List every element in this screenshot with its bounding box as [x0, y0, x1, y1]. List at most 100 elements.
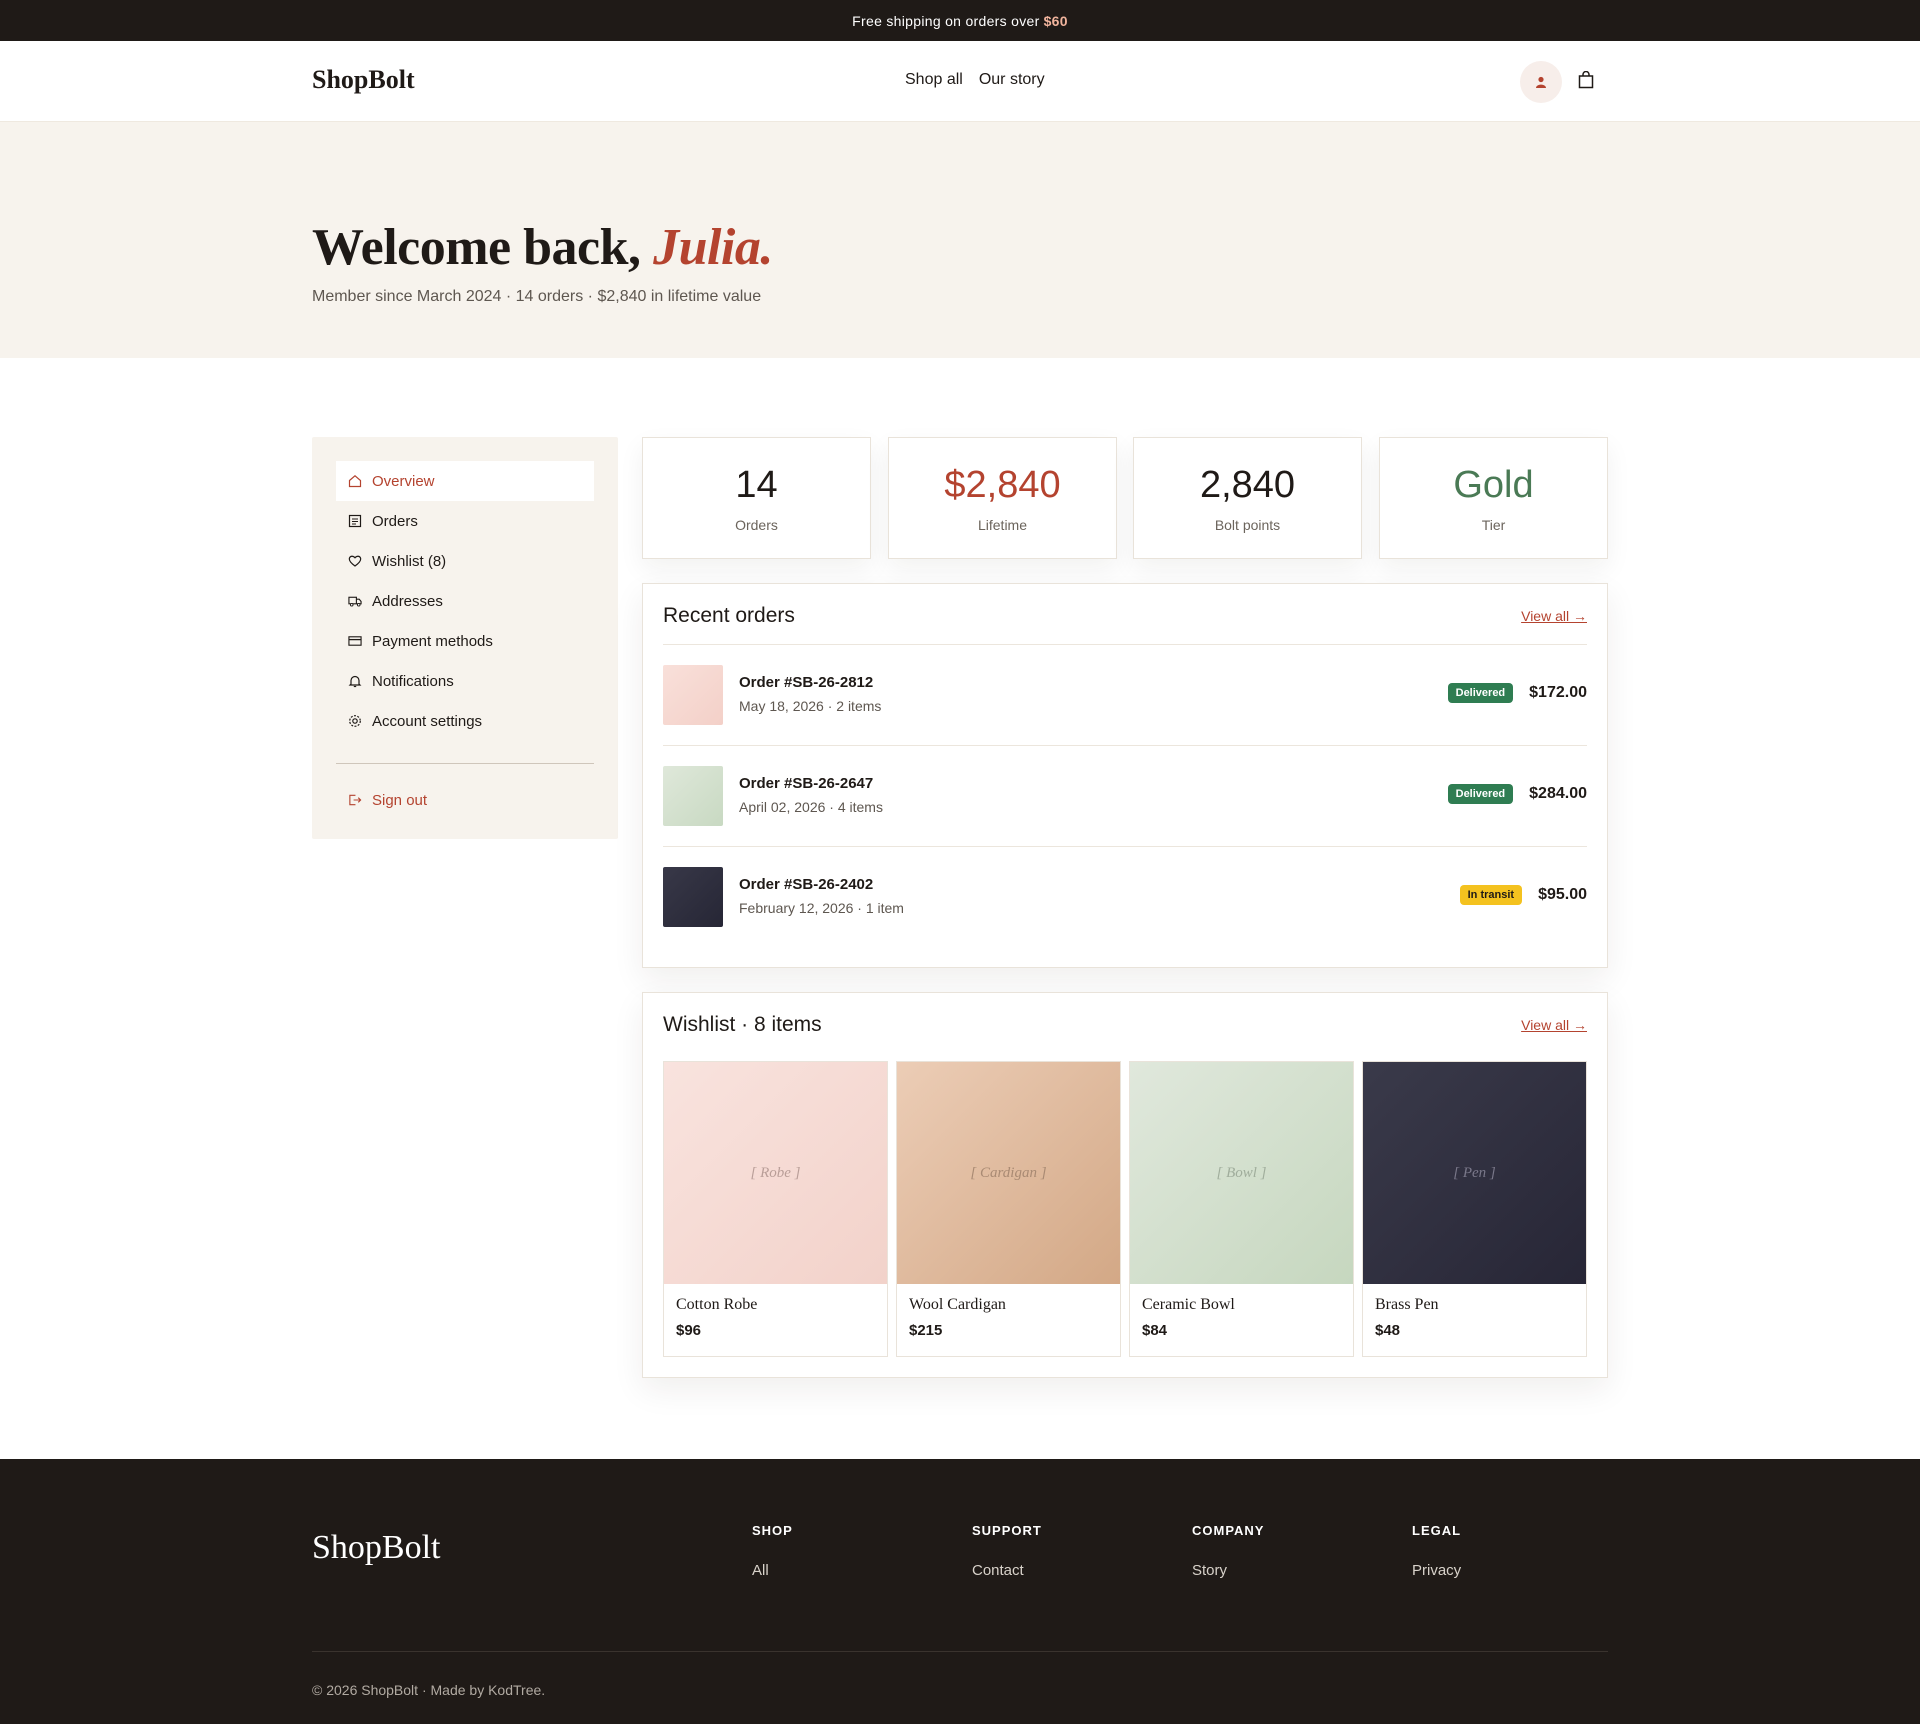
nav-our-story[interactable]: Our story: [979, 71, 1045, 89]
wishlist-view-all-link[interactable]: View all →: [1521, 1017, 1587, 1033]
orders-view-all-link[interactable]: View all →: [1521, 608, 1587, 624]
footer-logo[interactable]: ShopBolt: [312, 1529, 440, 1567]
footer-heading: SUPPORT: [972, 1523, 1042, 1538]
order-meta: February 12, 2026 · 1 item: [739, 900, 904, 916]
sidebar-item-payment-methods[interactable]: Payment methods: [336, 621, 594, 661]
bell-icon: [348, 674, 362, 688]
wishlist-grid: [ Robe ] Cotton Robe $96 [ Cardigan ] Wo…: [663, 1061, 1587, 1357]
shopping-bag-icon: [1578, 70, 1594, 89]
member-summary: Member since March 2024 · 14 orders · $2…: [312, 288, 762, 305]
status-badge: Delivered: [1447, 784, 1514, 804]
status-badge: In transit: [1459, 885, 1523, 905]
footer-divider: [312, 1651, 1608, 1652]
wishlist-card[interactable]: [ Bowl ] Ceramic Bowl $84: [1129, 1061, 1354, 1357]
sidebar-item-wishlist[interactable]: Wishlist (8): [336, 541, 594, 581]
status-badge: Delivered: [1447, 683, 1514, 703]
product-name: Wool Cardigan: [909, 1296, 1006, 1313]
sidebar-item-account-settings[interactable]: Account settings: [336, 701, 594, 741]
site-footer: ShopBolt SHOP All SUPPORT Contact COMPAN…: [0, 1459, 1920, 1724]
user-icon: [1536, 76, 1546, 88]
sidebar-item-label: Notifications: [372, 672, 454, 690]
sidebar-item-addresses[interactable]: Addresses: [336, 581, 594, 621]
sign-out-label: Sign out: [372, 791, 428, 809]
order-price: $172.00: [1529, 684, 1587, 701]
sidebar-item-label: Orders: [372, 512, 418, 530]
stat-card-tier: Gold Tier: [1379, 437, 1608, 559]
stat-label: Tier: [1481, 517, 1506, 533]
stat-card-lifetime: $2,840 Lifetime: [888, 437, 1117, 559]
order-id: Order #SB-26-2647: [739, 775, 874, 792]
footer-heading: LEGAL: [1412, 1523, 1462, 1538]
stat-value: $2,840: [944, 464, 1061, 506]
wishlist-title: Wishlist · 8 items: [663, 1013, 822, 1036]
stat-value: 2,840: [1199, 464, 1296, 506]
account-button[interactable]: [1520, 61, 1562, 103]
user-name: Julia.: [653, 219, 773, 276]
footer-column-shop: SHOP All: [752, 1523, 793, 1579]
order-row[interactable]: Order #SB-26-2402 February 12, 2026 · 1 …: [663, 847, 1587, 948]
order-thumbnail: [663, 665, 723, 725]
footer-link[interactable]: Contact: [972, 1562, 1042, 1579]
copyright: © 2026 ShopBolt · Made by KodTree.: [312, 1682, 546, 1698]
product-image-placeholder: [ Robe ]: [664, 1062, 887, 1284]
sidebar-item-label: Addresses: [372, 592, 443, 610]
sidebar-item-label: Account settings: [372, 712, 483, 730]
sign-out-icon: [348, 793, 362, 807]
sidebar-item-orders[interactable]: Orders: [336, 501, 594, 541]
home-icon: [348, 474, 362, 488]
footer-column-company: COMPANY Story: [1192, 1523, 1264, 1579]
product-price: $84: [1142, 1322, 1168, 1339]
bag-button[interactable]: [1578, 70, 1596, 91]
welcome-hero: Welcome back, Julia. Member since March …: [0, 122, 1920, 358]
product-price: $48: [1375, 1322, 1401, 1339]
footer-heading: SHOP: [752, 1523, 793, 1538]
heart-icon: [348, 554, 362, 568]
sidebar-divider: [336, 763, 594, 764]
stat-label: Bolt points: [1214, 517, 1281, 533]
stat-label: Orders: [735, 517, 778, 533]
stat-card-orders: 14 Orders: [642, 437, 871, 559]
sidebar-item-label: Overview: [372, 472, 435, 490]
sidebar-item-notifications[interactable]: Notifications: [336, 661, 594, 701]
sign-out-button[interactable]: Sign out: [336, 780, 594, 820]
sidebar-item-overview[interactable]: Overview: [336, 461, 594, 501]
gear-icon: [348, 714, 362, 728]
nav-shop-all[interactable]: Shop all: [905, 71, 963, 89]
footer-column-support: SUPPORT Contact: [972, 1523, 1042, 1579]
sidebar-item-label: Payment methods: [372, 632, 493, 650]
stat-card-bolt-points: 2,840 Bolt points: [1133, 437, 1362, 559]
announcement-bar: Free shipping on orders over $60: [0, 0, 1920, 41]
product-image-placeholder: [ Pen ]: [1363, 1062, 1586, 1284]
order-id: Order #SB-26-2812: [739, 674, 874, 691]
announcement-amount: $60: [1043, 12, 1068, 29]
announcement-text: Free shipping on orders over: [852, 12, 1040, 29]
wishlist-card[interactable]: [ Cardigan ] Wool Cardigan $215: [896, 1061, 1121, 1357]
order-row[interactable]: Order #SB-26-2812 May 18, 2026 · 2 items…: [663, 645, 1587, 746]
stat-value: Gold: [1453, 464, 1534, 506]
product-price: $215: [909, 1322, 943, 1339]
footer-link[interactable]: Privacy: [1412, 1562, 1461, 1579]
product-image-placeholder: [ Cardigan ]: [897, 1062, 1120, 1284]
account-sidebar: Overview Orders Wishlist (8) Addresses P…: [312, 437, 618, 839]
receipt-icon: [348, 514, 362, 528]
wishlist-card[interactable]: [ Pen ] Brass Pen $48: [1362, 1061, 1587, 1357]
order-row[interactable]: Order #SB-26-2647 April 02, 2026 · 4 ite…: [663, 746, 1587, 847]
sidebar-item-label: Wishlist (8): [372, 552, 447, 570]
footer-link[interactable]: Story: [1192, 1562, 1264, 1579]
order-meta: May 18, 2026 · 2 items: [739, 698, 882, 714]
wishlist-card[interactable]: [ Robe ] Cotton Robe $96: [663, 1061, 888, 1357]
product-image-placeholder: [ Bowl ]: [1130, 1062, 1353, 1284]
order-price: $284.00: [1529, 785, 1587, 802]
footer-heading: COMPANY: [1192, 1523, 1265, 1538]
product-name: Brass Pen: [1375, 1296, 1439, 1313]
credit-card-icon: [348, 634, 362, 648]
order-thumbnail: [663, 867, 723, 927]
main-nav: Shop all Our story: [905, 71, 1045, 89]
logo[interactable]: ShopBolt: [312, 65, 415, 95]
stat-label: Lifetime: [977, 517, 1028, 533]
truck-icon: [348, 594, 362, 608]
wishlist-panel: Wishlist · 8 items View all → [ Robe ] C…: [642, 992, 1608, 1378]
order-meta: April 02, 2026 · 4 items: [739, 799, 883, 815]
order-price: $95.00: [1538, 886, 1587, 903]
footer-link[interactable]: All: [752, 1562, 793, 1579]
